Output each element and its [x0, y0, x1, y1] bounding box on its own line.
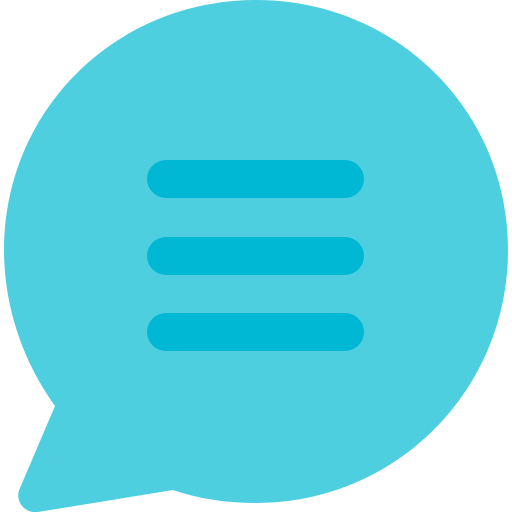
- chat-bubble-icon: [0, 0, 512, 512]
- menu-line-bottom: [147, 313, 364, 351]
- menu-line-top: [147, 160, 364, 198]
- menu-lines-group: [147, 160, 364, 351]
- menu-line-middle: [147, 237, 364, 275]
- chat-bubble-graphic: [4, 0, 508, 512]
